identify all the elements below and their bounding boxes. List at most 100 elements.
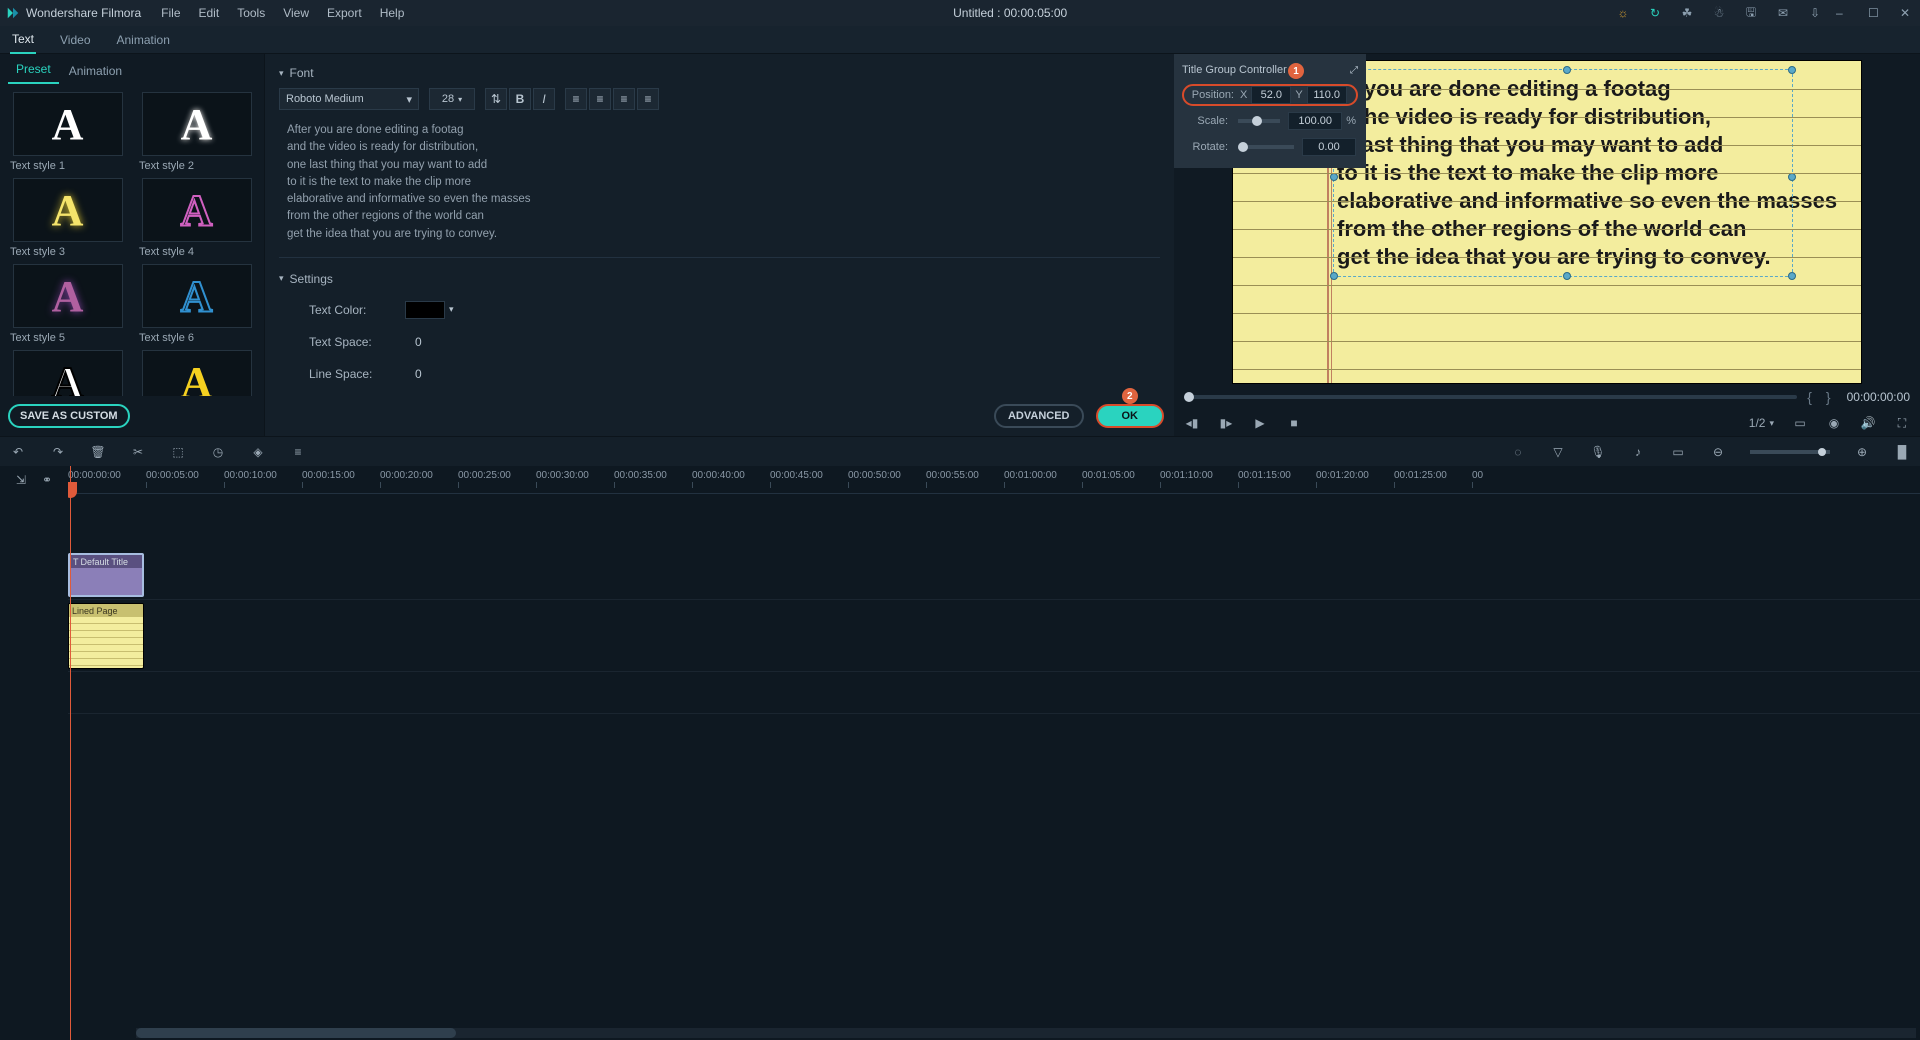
mark-in-icon[interactable]: { (1803, 389, 1816, 405)
bold-button[interactable]: B (509, 88, 531, 110)
preset-item-8[interactable]: A (135, 350, 258, 396)
save-icon[interactable]: 🖫 (1744, 6, 1758, 20)
italic-button[interactable]: I (533, 88, 555, 110)
download-icon[interactable]: ⇩ (1808, 6, 1822, 20)
ok-button[interactable]: OK (1096, 404, 1165, 428)
preset-item-5[interactable]: AText style 5 (6, 264, 129, 344)
menu-edit[interactable]: Edit (199, 6, 220, 20)
zoom-out-icon[interactable]: ⊖ (1710, 444, 1726, 460)
menu-export[interactable]: Export (327, 6, 362, 20)
position-x-input[interactable] (1251, 86, 1291, 104)
line-space-value[interactable]: 0 (415, 367, 422, 381)
user-icon[interactable]: ☃ (1712, 6, 1726, 20)
selection-handle[interactable] (1788, 66, 1796, 74)
text-space-value[interactable]: 0 (415, 335, 422, 349)
redo-icon[interactable]: ↷ (50, 444, 66, 460)
align-right-button[interactable]: ≡ (613, 88, 635, 110)
clip-default-title[interactable]: TDefault Title (68, 553, 144, 597)
zoom-slider[interactable] (1750, 450, 1830, 454)
spacing-button[interactable]: ⇅ (485, 88, 507, 110)
preset-item-2[interactable]: AText style 2 (135, 92, 258, 172)
scale-input[interactable] (1288, 112, 1342, 130)
selection-handle[interactable] (1563, 272, 1571, 280)
save-as-custom-button[interactable]: SAVE AS CUSTOM (8, 404, 130, 428)
selection-handle[interactable] (1330, 173, 1338, 181)
adjust-icon[interactable]: ≡ (290, 444, 306, 460)
tab-video[interactable]: Video (58, 27, 92, 53)
title-group-controller[interactable]: Title Group Controller 1 ⤢ Position: X Y… (1174, 54, 1366, 168)
font-section-header[interactable]: Font (279, 66, 1160, 80)
rotate-slider[interactable] (1238, 145, 1294, 149)
track-text-2[interactable]: 🅃 2 🔒 👁 TDefault Title (68, 550, 1920, 600)
preset-item-6[interactable]: AText style 6 (135, 264, 258, 344)
render-icon[interactable]: ◌ (1510, 444, 1526, 460)
align-left-button[interactable]: ≡ (565, 88, 587, 110)
minimize-icon[interactable]: – (1836, 6, 1850, 20)
advanced-button[interactable]: ADVANCED (994, 404, 1084, 428)
preset-item-4[interactable]: AText style 4 (135, 178, 258, 258)
menu-tools[interactable]: Tools (237, 6, 265, 20)
color-icon[interactable]: ◈ (250, 444, 266, 460)
font-size-select[interactable]: 28 ▾ (429, 88, 475, 110)
zoom-select[interactable]: 1/2 ▾ (1749, 416, 1774, 430)
collapse-icon[interactable]: ⤢ (1350, 65, 1358, 76)
track-video-1[interactable]: ▭ 1 🔒 👁 Lined Page (68, 600, 1920, 672)
rotate-input[interactable] (1302, 138, 1356, 156)
crop-tl-icon[interactable]: ▭ (1670, 444, 1686, 460)
preset-item-7[interactable]: A (6, 350, 129, 396)
preset-item-3[interactable]: AText style 3 (6, 178, 129, 258)
timeline-h-scrollbar[interactable] (136, 1028, 1916, 1038)
selection-handle[interactable] (1563, 66, 1571, 74)
volume-icon[interactable]: 🔊 (1860, 415, 1876, 431)
snapshot-icon[interactable]: ◉ (1826, 415, 1842, 431)
font-family-select[interactable]: Roboto Medium ▾ (279, 88, 419, 110)
fit-icon[interactable]: ▐▌ (1894, 444, 1910, 460)
close-icon[interactable]: ✕ (1900, 6, 1914, 20)
prev-frame-icon[interactable]: ◂▮ (1184, 415, 1200, 431)
stop-icon[interactable]: ■ (1286, 415, 1302, 431)
delete-icon[interactable]: 🗑 (90, 444, 106, 460)
cut-icon[interactable]: ✂ (130, 444, 146, 460)
marker-icon[interactable]: ▽ (1550, 444, 1566, 460)
display-mode-icon[interactable]: ▭ (1792, 415, 1808, 431)
crop-icon[interactable]: ⬚ (170, 444, 186, 460)
align-center-button[interactable]: ≡ (589, 88, 611, 110)
settings-section-header[interactable]: Settings (279, 272, 1160, 286)
timeline-ruler[interactable]: 00:00:00:0000:00:05:0000:00:10:0000:00:1… (68, 466, 1920, 494)
seek-bar[interactable] (1184, 395, 1797, 399)
selection-handle[interactable] (1788, 272, 1796, 280)
speed-icon[interactable]: ◷ (210, 444, 226, 460)
position-y-input[interactable] (1307, 86, 1347, 104)
track-audio-1[interactable]: ♪ 1 🔒 🔈 (68, 672, 1920, 714)
selection-handle[interactable] (1330, 272, 1338, 280)
text-color-swatch[interactable] (405, 301, 445, 319)
menu-view[interactable]: View (283, 6, 309, 20)
selection-handle[interactable] (1788, 173, 1796, 181)
play-icon[interactable]: ▶ (1252, 415, 1268, 431)
zoom-in-icon[interactable]: ⊕ (1854, 444, 1870, 460)
preset-item-1[interactable]: AText style 1 (6, 92, 129, 172)
fullscreen-icon[interactable]: ⛶ (1894, 415, 1910, 431)
menu-file[interactable]: File (161, 6, 180, 20)
menu-help[interactable]: Help (380, 6, 405, 20)
align-justify-button[interactable]: ≡ (637, 88, 659, 110)
mail-icon[interactable]: ✉ (1776, 6, 1790, 20)
undo-icon[interactable]: ↶ (10, 444, 26, 460)
chevron-down-icon[interactable]: ▾ (449, 304, 454, 315)
scale-slider[interactable] (1238, 119, 1280, 123)
tab-text[interactable]: Text (10, 26, 36, 54)
tab-animation[interactable]: Animation (115, 27, 172, 53)
voiceover-icon[interactable]: 🎙 (1590, 444, 1606, 460)
refresh-icon[interactable]: ↻ (1648, 6, 1662, 20)
preset-tab-preset[interactable]: Preset (8, 56, 59, 84)
mark-out-icon[interactable]: } (1822, 389, 1835, 405)
preset-tab-animation[interactable]: Animation (61, 58, 130, 84)
gift-icon[interactable]: ☘ (1680, 6, 1694, 20)
idea-icon[interactable]: ☼ (1616, 6, 1630, 20)
swap-icon[interactable]: ⇲ (13, 472, 29, 488)
next-frame-icon[interactable]: ▮▸ (1218, 415, 1234, 431)
maximize-icon[interactable]: ☐ (1868, 6, 1882, 20)
clip-lined-page[interactable]: Lined Page (68, 603, 144, 669)
timeline-body[interactable]: 00:00:00:0000:00:05:0000:00:10:0000:00:1… (68, 466, 1920, 1040)
text-content-area[interactable]: After you are done editing a footag and … (279, 118, 1160, 247)
